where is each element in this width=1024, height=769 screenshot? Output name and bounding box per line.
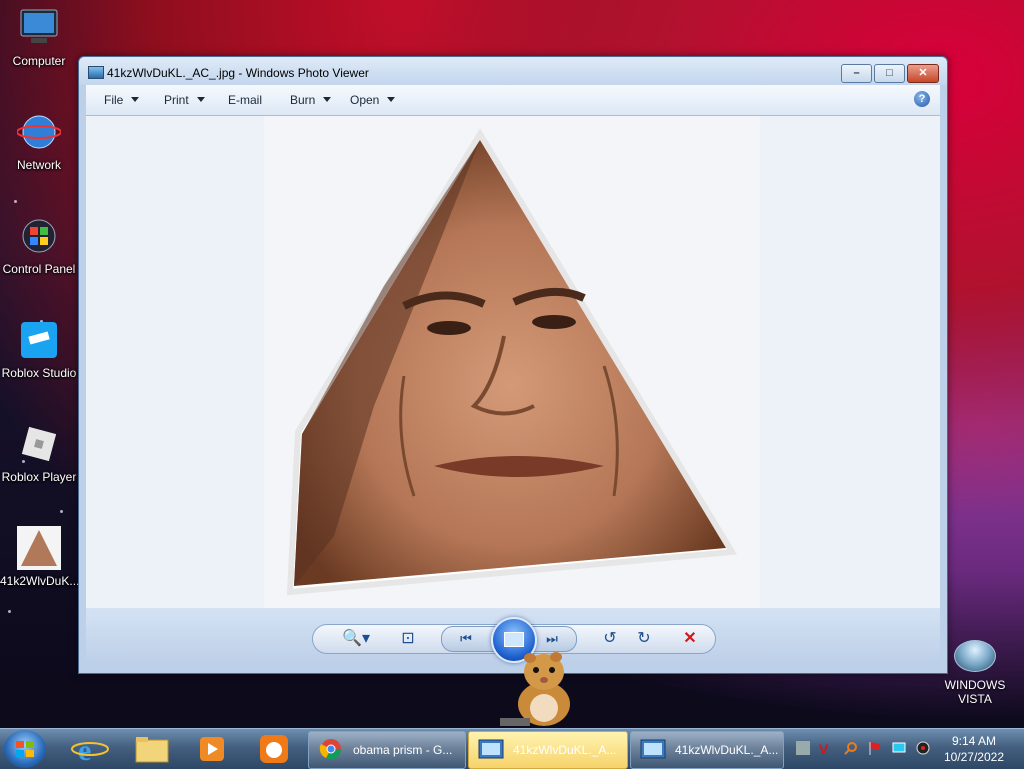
windows-vista-widget[interactable]: WINDOWS VISTA bbox=[944, 640, 1006, 706]
desktop-icon-label: Network bbox=[16, 158, 61, 172]
media-player-pin[interactable] bbox=[188, 732, 236, 766]
desktop-icon-control-panel[interactable]: Control Panel bbox=[0, 214, 78, 276]
vista-label-line2: VISTA bbox=[958, 692, 992, 706]
task-label: 41kzWlvDuKL._A... bbox=[513, 743, 617, 757]
maximize-button[interactable]: □ bbox=[874, 64, 905, 83]
action-center-flag-icon[interactable] bbox=[868, 741, 882, 755]
displayed-image bbox=[264, 116, 760, 608]
photo-viewer-icon bbox=[478, 739, 504, 759]
task-label: 41kzWlvDuKL._A... bbox=[675, 743, 779, 757]
menu-print[interactable]: Print bbox=[164, 93, 205, 107]
maximize-icon: □ bbox=[886, 67, 893, 79]
uc-browser-icon bbox=[260, 735, 288, 763]
folder-icon bbox=[135, 737, 169, 763]
rotate-counterclockwise-button[interactable]: ↺ bbox=[599, 629, 621, 649]
taskbar-clock[interactable]: 9:14 AM 10/27/2022 bbox=[944, 733, 1004, 765]
desktop-icon-label: Roblox Studio bbox=[1, 366, 77, 380]
star-speck bbox=[8, 610, 11, 613]
taskbar-task-photo-viewer[interactable]: 41kzWlvDuKL._A... bbox=[630, 731, 784, 769]
photo-viewer-window[interactable]: 41kzWlvDuKL._AC_.jpg - Windows Photo Vie… bbox=[78, 56, 948, 674]
menu-burn[interactable]: Burn bbox=[290, 93, 332, 107]
photo-viewer-icon bbox=[88, 66, 104, 79]
roblox-studio-icon bbox=[17, 318, 61, 362]
control-panel-icon bbox=[17, 214, 61, 258]
slideshow-icon bbox=[504, 632, 524, 647]
vista-orb-icon bbox=[954, 640, 996, 672]
svg-text:e: e bbox=[78, 734, 91, 766]
menu-open[interactable]: Open bbox=[350, 93, 396, 107]
gerbil-desktop-pet[interactable] bbox=[500, 648, 586, 728]
vista-label-line1: WINDOWS bbox=[944, 678, 1006, 692]
volume-icon[interactable] bbox=[916, 741, 930, 755]
clock-time: 9:14 AM bbox=[951, 734, 996, 748]
media-player-icon bbox=[200, 737, 224, 761]
prism-face-image bbox=[286, 128, 738, 596]
zoom-button[interactable]: 🔍▾ bbox=[339, 629, 373, 649]
task-label: obama prism - G... bbox=[353, 743, 453, 757]
windows-logo-icon bbox=[16, 741, 34, 757]
chrome-icon bbox=[319, 739, 342, 760]
command-bar: File Print E-mail Burn Open ? bbox=[86, 85, 940, 116]
title-bar[interactable]: 41kzWlvDuKL._AC_.jpg - Windows Photo Vie… bbox=[79, 57, 947, 85]
computer-icon bbox=[17, 6, 61, 50]
tray-v-icon[interactable]: V bbox=[818, 741, 832, 755]
chevron-down-icon bbox=[323, 97, 332, 102]
menu-file[interactable]: File bbox=[104, 93, 140, 107]
file-explorer-pin[interactable] bbox=[128, 732, 176, 766]
network-monitor-icon[interactable] bbox=[892, 741, 906, 755]
taskbar-task-photo-viewer-active[interactable]: 41kzWlvDuKL._A... bbox=[468, 731, 628, 769]
desktop-icon-roblox-player[interactable]: Roblox Player bbox=[0, 422, 78, 484]
internet-explorer-icon: e bbox=[71, 734, 109, 767]
star-speck bbox=[14, 200, 17, 203]
desktop-icon-label: Computer bbox=[12, 54, 66, 68]
window-title: 41kzWlvDuKL._AC_.jpg - Windows Photo Vie… bbox=[107, 66, 369, 80]
menu-email[interactable]: E-mail bbox=[228, 93, 262, 107]
delete-button[interactable]: ✕ bbox=[679, 629, 701, 649]
next-button[interactable]: ⏭ bbox=[542, 629, 562, 649]
start-button[interactable] bbox=[4, 730, 46, 768]
desktop-icon-label: 41k2WlvDuK... bbox=[0, 574, 78, 588]
desktop-icon-computer[interactable]: Computer bbox=[0, 6, 78, 68]
internet-explorer-pin[interactable]: e bbox=[66, 732, 114, 767]
desktop-icon-network[interactable]: Network bbox=[0, 110, 78, 172]
actual-size-button[interactable]: ⊡ bbox=[397, 629, 419, 649]
network-globe-icon bbox=[16, 110, 62, 154]
star-speck bbox=[60, 510, 63, 513]
image-file-thumbnail-icon bbox=[17, 526, 61, 570]
clock-date: 10/27/2022 bbox=[943, 750, 1004, 764]
image-viewer-area[interactable] bbox=[86, 116, 940, 608]
minimize-icon: – bbox=[853, 67, 860, 79]
minimize-button[interactable]: – bbox=[841, 64, 872, 83]
chevron-down-icon bbox=[387, 97, 396, 102]
desktop-icon-image-file[interactable]: 41k2WlvDuK... bbox=[0, 526, 78, 588]
chevron-down-icon bbox=[131, 97, 140, 102]
close-button[interactable]: ✕ bbox=[907, 64, 939, 83]
rotate-clockwise-button[interactable]: ↻ bbox=[633, 629, 655, 649]
chevron-down-icon bbox=[196, 97, 205, 102]
previous-button[interactable]: ⏮ bbox=[456, 629, 476, 649]
roblox-player-icon bbox=[17, 422, 61, 466]
svg-text:V: V bbox=[819, 741, 829, 755]
desktop-icon-roblox-studio[interactable]: Roblox Studio bbox=[0, 318, 78, 380]
help-icon[interactable]: ? bbox=[914, 91, 930, 107]
close-icon: ✕ bbox=[918, 67, 928, 79]
photo-viewer-icon bbox=[640, 739, 666, 759]
uc-browser-pin[interactable] bbox=[250, 732, 298, 766]
desktop-icon-label: Roblox Player bbox=[1, 470, 77, 484]
desktop-icon-label: Control Panel bbox=[2, 262, 76, 276]
taskbar: e obama prism - G... 41kzWlvDuKL._A... 4… bbox=[0, 728, 1024, 769]
tray-search-icon[interactable] bbox=[844, 741, 858, 755]
tray-app-icon[interactable] bbox=[796, 741, 810, 755]
taskbar-task-chrome[interactable]: obama prism - G... bbox=[308, 731, 466, 769]
